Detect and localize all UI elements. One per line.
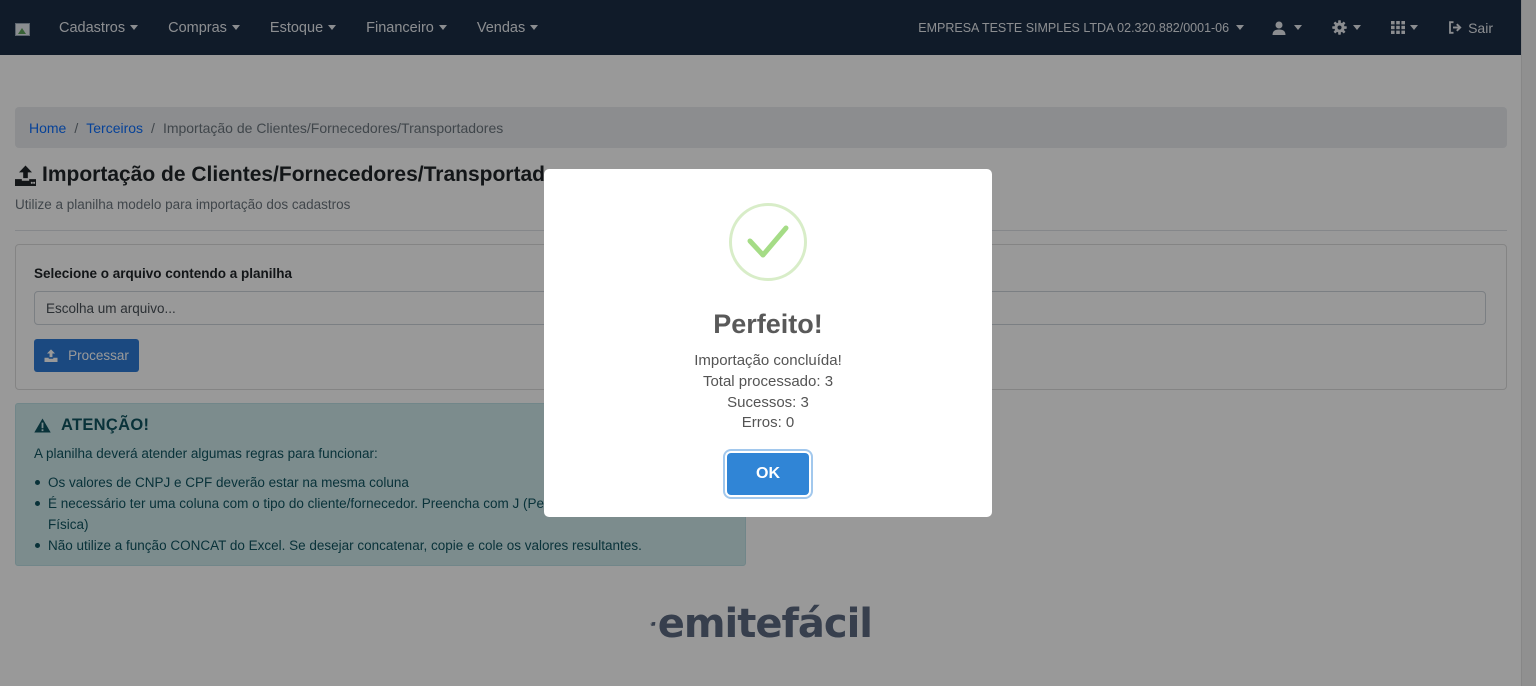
success-check-icon [729, 203, 807, 281]
dialog-line: Sucessos: 3 [727, 393, 809, 411]
ok-button[interactable]: OK [727, 453, 809, 495]
dialog-message: Importação concluída! Total processado: … [544, 351, 992, 434]
dialog-line: Importação concluída! [694, 352, 842, 369]
dialog-line: Erros: 0 [741, 414, 795, 432]
success-dialog: Perfeito! Importação concluída! Total pr… [544, 169, 992, 517]
dialog-line: Total processado: 3 [702, 372, 834, 390]
dialog-title: Perfeito! [713, 309, 823, 339]
